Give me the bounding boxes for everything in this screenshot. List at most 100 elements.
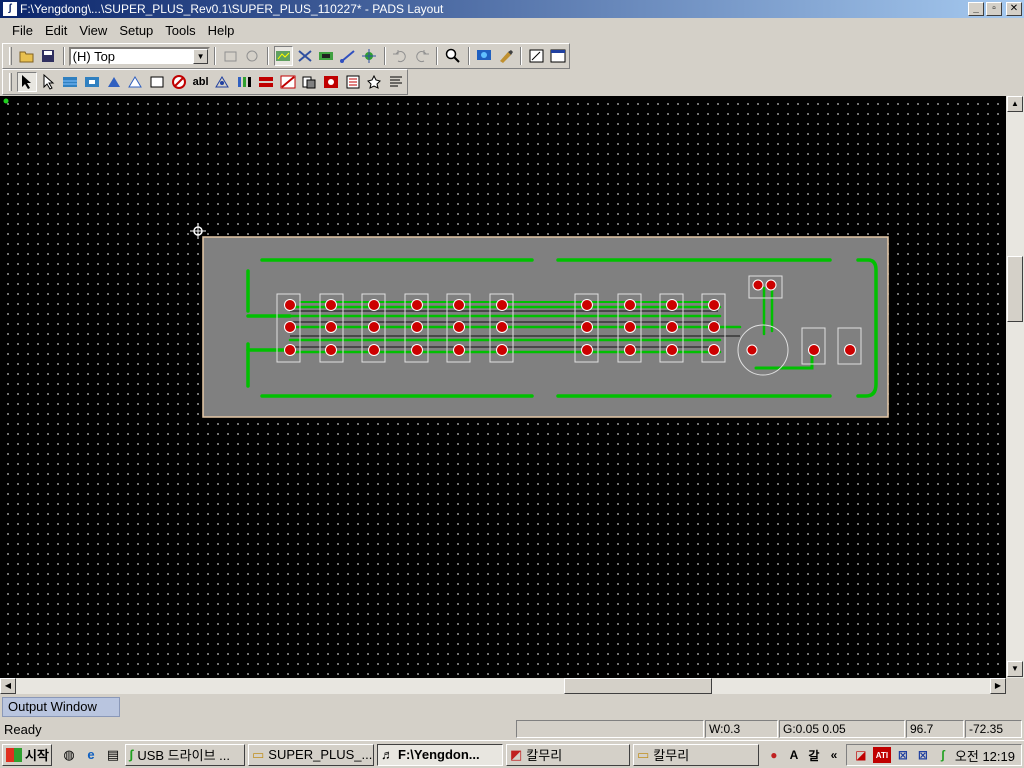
pads-icon[interactable]: ʃ: [3, 2, 17, 16]
taskbar-item-pads[interactable]: ♬ F:\Yengdon...: [377, 743, 503, 766]
toolbar-separator: [266, 47, 269, 65]
drafting-toolbar-icon[interactable]: [295, 46, 314, 66]
component-icon[interactable]: [234, 72, 254, 92]
taskbar-item-label: 칼무리: [526, 748, 563, 763]
acrobat-icon[interactable]: ◪: [853, 747, 869, 763]
move-icon[interactable]: [39, 72, 59, 92]
volume-icon[interactable]: ⊠: [915, 747, 931, 763]
menu-view[interactable]: View: [73, 21, 113, 40]
copper-icon[interactable]: [60, 72, 80, 92]
auto-route-icon[interactable]: [299, 72, 319, 92]
start-button[interactable]: 시작: [2, 743, 52, 766]
show-desktop-icon[interactable]: ◍: [60, 746, 78, 764]
taskbar-item-kalmuri-folder[interactable]: ▭ 칼무리: [633, 743, 759, 766]
folder-icon: ▭: [252, 746, 265, 762]
chevron-down-icon[interactable]: ▼: [193, 48, 209, 64]
toolbar-separator: [62, 47, 65, 65]
taskbar-item-label: F:\Yengdon...: [398, 747, 480, 762]
menu-tools[interactable]: Tools: [159, 21, 201, 40]
split-plane-icon[interactable]: [278, 72, 298, 92]
horizontal-scroll-thumb[interactable]: [564, 678, 712, 694]
quick-launch-icon[interactable]: ▤: [104, 746, 122, 764]
menu-setup[interactable]: Setup: [113, 21, 159, 40]
ime-language-icon[interactable]: A: [786, 747, 802, 763]
view-nets-icon[interactable]: [475, 46, 494, 66]
select-arrow-icon[interactable]: [16, 72, 37, 92]
taskbar-item-label: 칼무리: [653, 748, 690, 763]
toolbar-grip[interactable]: [9, 47, 12, 65]
menu-tools-label: Tools: [165, 22, 196, 38]
ime-globe-icon[interactable]: ●: [766, 747, 782, 763]
minimize-button[interactable]: _: [968, 2, 984, 16]
title-bar: ʃ F:\Yengdong\...\SUPER_PLUS_Rev0.1\SUPE…: [0, 0, 1024, 18]
board-outline-icon[interactable]: [147, 72, 167, 92]
taskbar-item-usb[interactable]: ʃ USB 드라이브 ...: [125, 743, 245, 766]
copper-pour-icon[interactable]: [104, 72, 124, 92]
toolbar-grip[interactable]: [9, 73, 12, 91]
redo-icon[interactable]: [412, 46, 431, 66]
scroll-down-icon[interactable]: ▼: [1007, 661, 1023, 677]
tear-icon[interactable]: [343, 72, 363, 92]
vertical-scrollbar[interactable]: ▲ ▼: [1006, 96, 1024, 678]
taskbar-item-super-plus[interactable]: ▭ SUPER_PLUS_...: [248, 743, 374, 766]
copper-cutout-icon[interactable]: [82, 72, 102, 92]
ati-icon[interactable]: ATI: [872, 747, 891, 763]
output-window-tab[interactable]: Output Window: [2, 697, 120, 717]
report-icon[interactable]: [386, 72, 406, 92]
taskbar-item-kalmuri-app[interactable]: ◩ 칼무리: [506, 743, 630, 766]
start-label: 시작: [25, 748, 49, 763]
open-icon[interactable]: [17, 46, 36, 66]
scroll-right-icon[interactable]: ▶: [990, 678, 1006, 694]
toolbar-separator: [436, 47, 439, 65]
toolbar-separator: [467, 47, 470, 65]
2d-line-icon[interactable]: [212, 72, 232, 92]
scroll-corner: [1006, 678, 1024, 694]
close-button[interactable]: ✕: [1006, 2, 1022, 16]
menu-help[interactable]: Help: [202, 21, 241, 40]
taskbar-item-label: USB 드라이브 ...: [137, 748, 230, 763]
undo-icon[interactable]: [391, 46, 410, 66]
usb-icon: ʃ: [129, 747, 134, 762]
keepout-icon[interactable]: [169, 72, 189, 92]
toolbar-separator: [383, 47, 386, 65]
window-icon[interactable]: [549, 46, 568, 66]
route-icon[interactable]: [338, 46, 357, 66]
menu-help-label: Help: [207, 22, 235, 38]
route-layer-icon[interactable]: [256, 72, 276, 92]
save-icon[interactable]: [38, 46, 57, 66]
maximize-button[interactable]: ▫: [986, 2, 1002, 16]
status-bar: Ready W:0.3 G:0.05 0.05 96.7 -72.35: [0, 719, 1024, 739]
status-message-cell: [516, 720, 704, 738]
display-colors-icon[interactable]: [496, 46, 515, 66]
scroll-up-icon[interactable]: ▲: [1007, 96, 1023, 112]
menu-edit-label: Edit: [44, 22, 68, 38]
pads-icon: ♬: [381, 747, 394, 762]
redraw-icon[interactable]: [242, 46, 261, 66]
zoom-icon[interactable]: [443, 46, 462, 66]
taskbar-item-label: SUPER_PLUS_...: [268, 747, 373, 762]
toolbar-separator: [520, 47, 523, 65]
ecd-icon[interactable]: [359, 46, 378, 66]
text-icon[interactable]: abl: [191, 72, 211, 92]
internet-explorer-icon[interactable]: e: [82, 746, 100, 764]
menu-bar: File Edit View Setup Tools Help: [0, 19, 1024, 41]
tray-expand-icon[interactable]: «: [826, 747, 842, 763]
cam-icon[interactable]: [527, 46, 546, 66]
properties-icon[interactable]: [221, 46, 240, 66]
vertical-scroll-thumb[interactable]: [1007, 256, 1023, 322]
dimension-toolbar-icon[interactable]: [317, 46, 336, 66]
via-icon[interactable]: [365, 72, 385, 92]
menu-edit[interactable]: Edit: [39, 21, 73, 40]
design-canvas[interactable]: [0, 96, 1006, 678]
design-toolbar-icon[interactable]: [273, 46, 294, 66]
ime-mode-icon[interactable]: 갈: [806, 747, 822, 763]
horizontal-scrollbar[interactable]: ◀ ▶: [0, 678, 1006, 694]
layer-select[interactable]: (H) Top ▼: [68, 46, 211, 66]
menu-file[interactable]: File: [6, 21, 39, 40]
network-icon[interactable]: ⊠: [895, 747, 911, 763]
drc-icon[interactable]: [321, 72, 341, 92]
clock[interactable]: 오전 12:19: [955, 746, 1015, 765]
scroll-left-icon[interactable]: ◀: [0, 678, 16, 694]
usb-tray-icon[interactable]: ʃ: [935, 747, 951, 763]
hatch-icon[interactable]: [126, 72, 146, 92]
